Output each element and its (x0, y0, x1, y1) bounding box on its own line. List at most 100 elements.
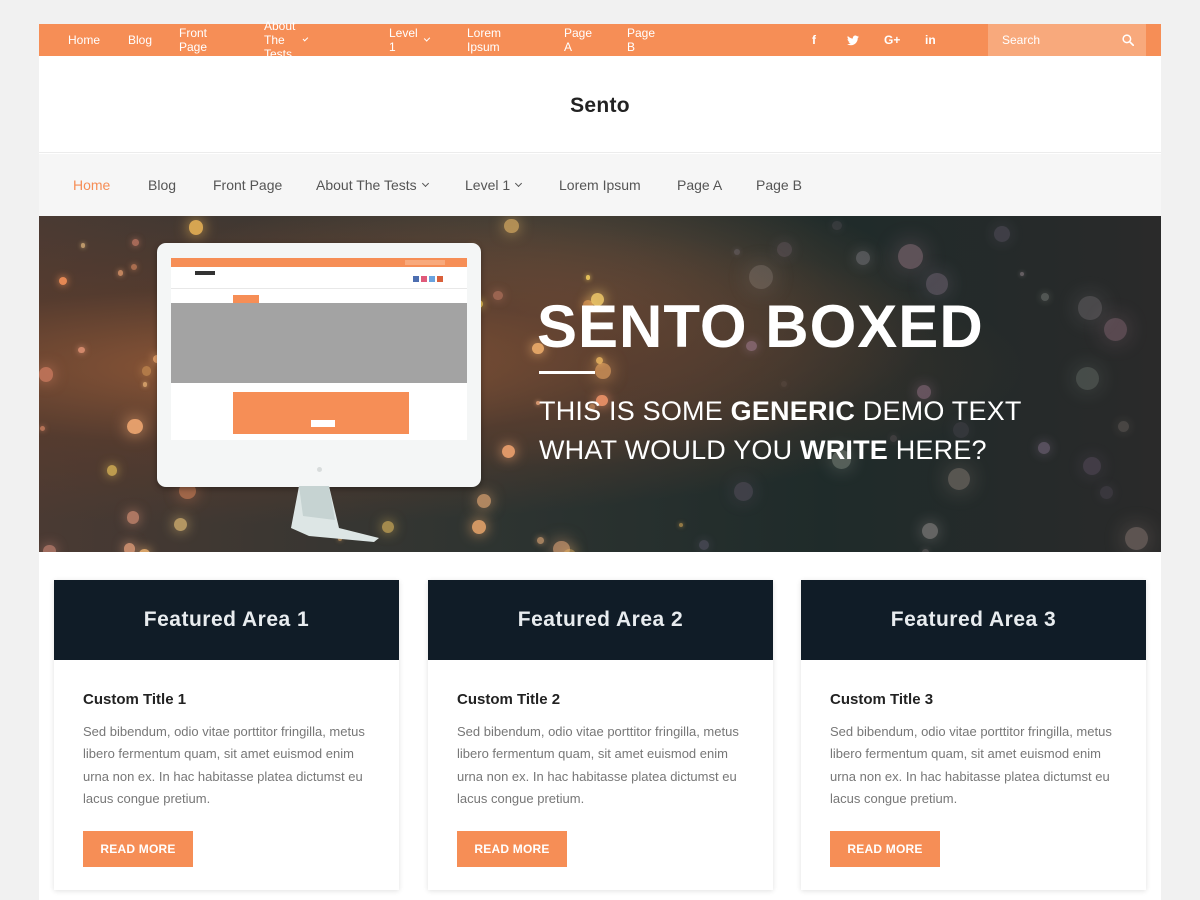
google-plus-icon[interactable]: G+ (884, 24, 900, 56)
bokeh-light (472, 520, 487, 535)
monitor-screen (171, 258, 467, 440)
card-text: Sed bibendum, odio vitae porttitor fring… (830, 724, 1112, 806)
top-nav-lorem-ipsum[interactable]: Lorem Ipsum (467, 26, 501, 54)
bokeh-light (699, 540, 710, 551)
featured-banner[interactable]: Featured Area 3 (801, 580, 1146, 660)
site-header: Sento (39, 56, 1161, 153)
bokeh-light (537, 537, 545, 544)
google-plus-glyph: G+ (884, 33, 901, 47)
bokeh-light (142, 382, 148, 387)
hero-title: SENTO BOXED (537, 293, 984, 360)
bokeh-light (1117, 420, 1130, 433)
bokeh-light (855, 250, 870, 265)
linkedin-icon[interactable]: in (925, 24, 936, 56)
read-more-button[interactable]: READ MORE (83, 831, 193, 867)
bokeh-light (501, 444, 515, 458)
top-nav-about-label: About The Tests (264, 19, 296, 61)
read-more-button[interactable]: READ MORE (457, 831, 567, 867)
featured-banner[interactable]: Featured Area 2 (428, 580, 773, 660)
bokeh-light (493, 291, 503, 301)
top-nav-page-b[interactable]: Page B (627, 26, 655, 54)
card-text: Sed bibendum, odio vitae porttitor fring… (83, 724, 365, 806)
bokeh-light (922, 549, 929, 552)
bokeh-light (1076, 367, 1100, 391)
main-nav-lorem-ipsum[interactable]: Lorem Ipsum (559, 154, 641, 216)
top-nav-level-1[interactable]: Level 1 (389, 26, 430, 54)
top-nav-about-the-tests[interactable]: About The Tests (264, 19, 308, 61)
bokeh-light (118, 270, 124, 276)
bokeh-light (1019, 272, 1025, 277)
hero-line-1-post: DEMO TEXT (855, 396, 1022, 426)
bokeh-light (80, 243, 86, 248)
chevron-down-icon (423, 35, 430, 42)
featured-banner[interactable]: Featured Area 1 (54, 580, 399, 660)
bokeh-light (595, 363, 611, 380)
bokeh-light (1125, 527, 1149, 551)
read-more-button[interactable]: READ MORE (830, 831, 940, 867)
bokeh-light (1041, 292, 1050, 301)
bokeh-light (381, 520, 395, 534)
top-nav-blog[interactable]: Blog (128, 33, 152, 47)
site-title[interactable]: Sento (39, 94, 1161, 118)
bokeh-light (832, 220, 842, 230)
search-box (988, 24, 1146, 56)
bokeh-light (43, 544, 56, 552)
monitor-illustration (157, 243, 481, 487)
twitter-icon[interactable] (847, 24, 859, 56)
bokeh-light (130, 264, 137, 271)
hero-line-2-bold: WRITE (800, 435, 889, 465)
bokeh-light (131, 238, 139, 246)
bokeh-light (898, 244, 924, 270)
bokeh-light (776, 241, 792, 257)
facebook-icon[interactable]: f (812, 24, 816, 56)
main-nav-about-the-tests[interactable]: About The Tests (316, 154, 429, 216)
main-nav-page-b[interactable]: Page B (756, 154, 802, 216)
main-nav: Home Blog Front Page About The Tests Lev… (39, 154, 1161, 216)
bokeh-light (562, 548, 577, 552)
bokeh-light (106, 465, 118, 476)
chevron-down-icon (515, 179, 523, 188)
bokeh-light (993, 225, 1010, 242)
main-nav-about-label: About The Tests (316, 177, 417, 193)
main-nav-level-label: Level 1 (465, 177, 511, 193)
bokeh-light (78, 346, 86, 354)
hero-divider (539, 371, 595, 374)
chevron-down-icon (421, 179, 429, 188)
hero-line-2-pre: WHAT WOULD YOU (539, 435, 801, 465)
main-nav-page-a[interactable]: Page A (677, 154, 722, 216)
bokeh-light (39, 367, 54, 382)
top-nav-page-a[interactable]: Page A (564, 26, 592, 54)
bokeh-light (1104, 318, 1128, 342)
search-icon[interactable] (1122, 34, 1134, 46)
hero-banner: SENTO BOXED THIS IS SOME GENERIC DEMO TE… (39, 216, 1161, 552)
bokeh-light (476, 493, 492, 508)
search-input[interactable] (988, 33, 1113, 47)
top-nav-home[interactable]: Home (68, 33, 100, 47)
bokeh-light (733, 481, 754, 502)
hero-line-1-pre: THIS IS SOME (539, 396, 731, 426)
main-nav-level-1[interactable]: Level 1 (465, 154, 523, 216)
bokeh-light (734, 249, 741, 256)
bokeh-light (1038, 441, 1051, 454)
bokeh-light (141, 366, 151, 376)
chevron-down-icon (302, 35, 308, 42)
hero-subtitle-line-1: THIS IS SOME GENERIC DEMO TEXT (539, 396, 1022, 427)
card-title: Custom Title 1 (83, 691, 187, 708)
bokeh-light (780, 381, 787, 388)
main-nav-front-page[interactable]: Front Page (213, 154, 282, 216)
bokeh-light (139, 548, 150, 552)
bokeh-light (678, 522, 683, 528)
bokeh-light (585, 275, 591, 280)
hero-subtitle-line-2: WHAT WOULD YOU WRITE HERE? (539, 435, 987, 466)
top-bar: Home Blog Front Page About The Tests Lev… (39, 19, 1161, 61)
top-nav-front-page[interactable]: Front Page (179, 26, 207, 54)
main-nav-blog[interactable]: Blog (148, 154, 176, 216)
bokeh-light (40, 425, 46, 431)
main-nav-home[interactable]: Home (73, 154, 110, 216)
featured-card-2: Featured Area 2 Custom Title 2 Sed biben… (428, 580, 773, 890)
bokeh-light (922, 523, 939, 540)
linkedin-glyph: in (925, 33, 936, 47)
bokeh-light (59, 277, 68, 286)
hero-line-2-post: HERE? (888, 435, 987, 465)
bokeh-light (504, 218, 519, 234)
